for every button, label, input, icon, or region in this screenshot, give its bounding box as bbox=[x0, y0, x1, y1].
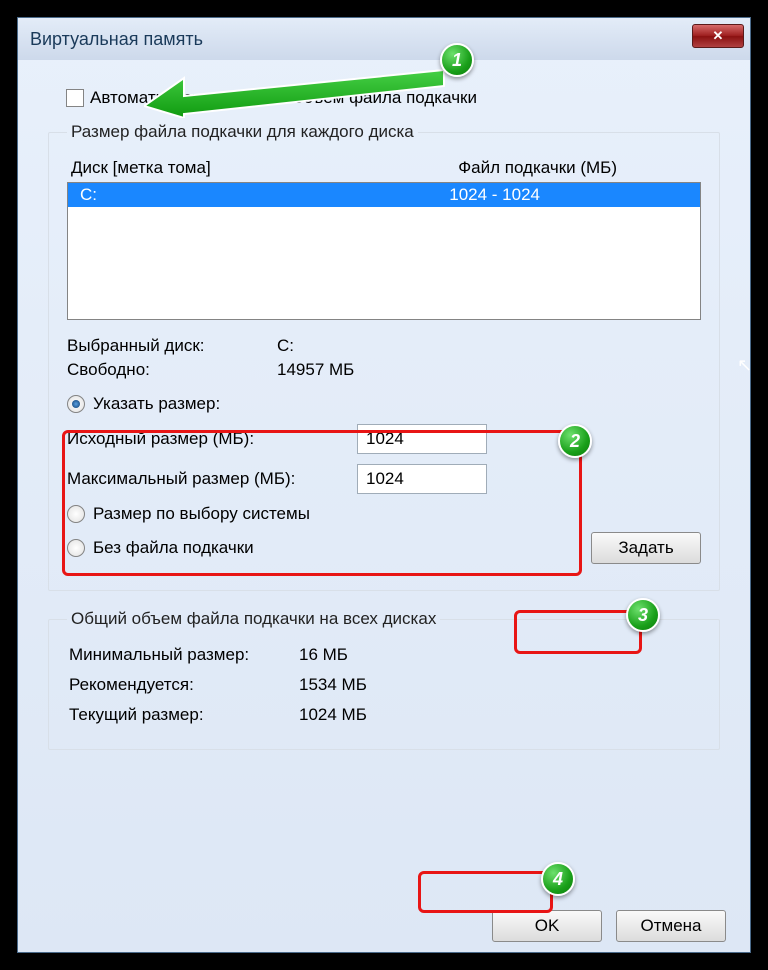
drive-row-letter: C: bbox=[80, 185, 97, 205]
radio-custom-row: Указать размер: bbox=[67, 394, 701, 414]
annotation-badge-4: 4 bbox=[541, 862, 575, 896]
drive-row[interactable]: C: 1024 - 1024 bbox=[68, 183, 700, 207]
annotation-badge-3: 3 bbox=[626, 598, 660, 632]
set-button[interactable]: Задать bbox=[591, 532, 701, 564]
cursor-icon: ↖ bbox=[737, 355, 752, 376]
drive-list-header: Диск [метка тома] Файл подкачки (МБ) bbox=[67, 152, 701, 182]
drive-info: Выбранный диск: C: Свободно: 14957 МБ bbox=[67, 336, 701, 380]
badge-3-number: 3 bbox=[638, 605, 648, 626]
radio-custom[interactable] bbox=[67, 395, 85, 413]
rec-value: 1534 МБ bbox=[299, 675, 699, 695]
badge-1-number: 1 bbox=[452, 50, 462, 71]
close-button[interactable]: ✕ bbox=[692, 24, 744, 48]
ok-button[interactable]: OK bbox=[492, 910, 602, 942]
total-legend: Общий объем файла подкачки на всех диска… bbox=[67, 609, 440, 629]
selected-disk-value: C: bbox=[277, 336, 701, 356]
auto-manage-checkbox[interactable] bbox=[66, 89, 84, 107]
badge-4-number: 4 bbox=[553, 869, 563, 890]
col-disk-header: Диск [метка тома] bbox=[71, 158, 211, 178]
col-file-header: Файл подкачки (МБ) bbox=[458, 158, 617, 178]
min-label: Минимальный размер: bbox=[69, 645, 299, 665]
annotation-highlight-2 bbox=[62, 430, 582, 576]
auto-manage-label: Автоматически выбирать объем файла подка… bbox=[90, 88, 477, 108]
cancel-button[interactable]: Отмена bbox=[616, 910, 726, 942]
radio-custom-label: Указать размер: bbox=[93, 394, 220, 414]
dialog-buttons: OK Отмена bbox=[492, 910, 726, 942]
dialog-content: Автоматически выбирать объем файла подка… bbox=[18, 60, 750, 786]
titlebar: Виртуальная память ✕ bbox=[18, 18, 750, 60]
cur-value: 1024 МБ bbox=[299, 705, 699, 725]
badge-2-number: 2 bbox=[570, 431, 580, 452]
per-drive-legend: Размер файла подкачки для каждого диска bbox=[67, 122, 418, 142]
free-space-value: 14957 МБ bbox=[277, 360, 701, 380]
annotation-highlight-3 bbox=[514, 610, 642, 654]
close-icon: ✕ bbox=[713, 28, 724, 44]
window-title: Виртуальная память bbox=[30, 29, 203, 50]
drive-listbox[interactable]: C: 1024 - 1024 bbox=[67, 182, 701, 320]
selected-disk-label: Выбранный диск: bbox=[67, 336, 277, 356]
free-space-label: Свободно: bbox=[67, 360, 277, 380]
auto-manage-row: Автоматически выбирать объем файла подка… bbox=[66, 88, 720, 108]
annotation-badge-2: 2 bbox=[558, 424, 592, 458]
annotation-badge-1: 1 bbox=[440, 43, 474, 77]
annotation-highlight-4 bbox=[418, 871, 553, 913]
rec-label: Рекомендуется: bbox=[69, 675, 299, 695]
cur-label: Текущий размер: bbox=[69, 705, 299, 725]
drive-row-value: 1024 - 1024 bbox=[449, 185, 540, 205]
